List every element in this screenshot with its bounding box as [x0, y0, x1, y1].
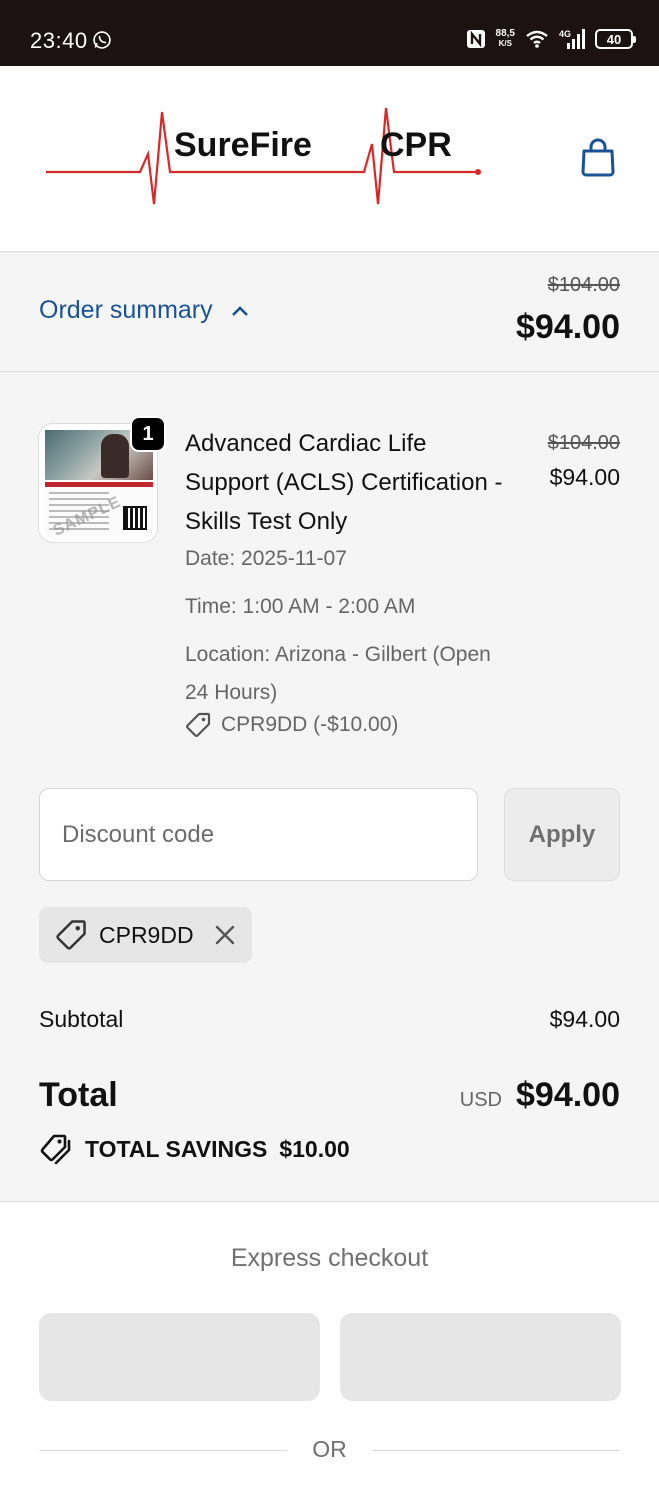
express-checkout-button-2[interactable]: [340, 1313, 621, 1401]
product-discount-text: CPR9DD (-$10.00): [221, 713, 399, 736]
product-original-price: $104.00: [547, 432, 620, 454]
product-discount: CPR9DD (-$10.00): [185, 712, 398, 738]
qr-code-icon: [123, 506, 147, 530]
total-savings-value: $10.00: [279, 1135, 350, 1162]
subtotal-value: $94.00: [549, 1006, 620, 1032]
order-summary-toggle[interactable]: Order summary: [39, 296, 249, 325]
order-summary-label: Order summary: [39, 296, 213, 324]
tag-icon: [185, 712, 211, 738]
summary-original-price: $104.00: [547, 274, 620, 296]
svg-text:SureFire: SureFire: [174, 126, 312, 164]
applied-discount-code: CPR9DD: [99, 921, 194, 948]
wifi-icon: [526, 30, 548, 48]
shopping-bag-icon[interactable]: [580, 138, 616, 178]
quantity-badge: 1: [130, 416, 166, 452]
svg-text:CPR: CPR: [380, 126, 452, 164]
nfc-icon: [466, 30, 485, 48]
chevron-up-icon: [231, 305, 248, 316]
or-separator: OR: [312, 1436, 347, 1462]
tag-icon: [56, 920, 86, 950]
signal-icon: 4G: [559, 29, 585, 49]
summary-price: $94.00: [516, 308, 620, 346]
status-bar: 23:40 88,5 K/S 4G 40: [0, 0, 659, 66]
discount-code-input[interactable]: [39, 788, 478, 881]
network-speed: 88,5 K/S: [495, 28, 515, 49]
savings-tags-icon: [40, 1134, 71, 1165]
total-amount: USD $94.00: [460, 1076, 620, 1115]
product-date: Date: 2025-11-07: [185, 547, 347, 570]
express-checkout-button-1[interactable]: [39, 1313, 320, 1401]
express-checkout-title: Express checkout: [230, 1244, 429, 1272]
subtotal-label: Subtotal: [39, 1006, 124, 1032]
product-title: Advanced Cardiac Life Support (ACLS) Cer…: [185, 430, 503, 535]
remove-discount-close-icon[interactable]: [214, 924, 236, 946]
svg-text:4G: 4G: [559, 29, 571, 39]
battery-icon: 40: [595, 29, 636, 49]
whatsapp-icon: [93, 31, 111, 49]
surefire-cpr-logo[interactable]: SureFire CPR: [44, 104, 484, 214]
store-header: SureFire CPR: [0, 66, 659, 252]
product-price: $94.00: [549, 464, 620, 490]
order-summary-panel: SAMPLE 1 Advanced Cardiac Life Support (…: [0, 372, 659, 1202]
product-time: Time: 1:00 AM - 2:00 AM: [185, 595, 416, 618]
status-time: 23:40: [30, 28, 88, 53]
order-summary-bar: Order summary $104.00 $94.00: [0, 252, 659, 372]
product-location: Location: Arizona - Gilbert (Open 24 Hou…: [185, 643, 491, 704]
total-savings-label: TOTAL SAVINGS: [85, 1135, 268, 1162]
total-savings: TOTAL SAVINGS $10.00: [39, 1132, 350, 1166]
total-currency: USD: [459, 1089, 502, 1111]
total-label: Total: [39, 1076, 118, 1114]
apply-discount-button[interactable]: Apply: [504, 788, 620, 881]
total-value: $94.00: [516, 1076, 620, 1114]
applied-discount-chip: CPR9DD: [39, 907, 252, 963]
